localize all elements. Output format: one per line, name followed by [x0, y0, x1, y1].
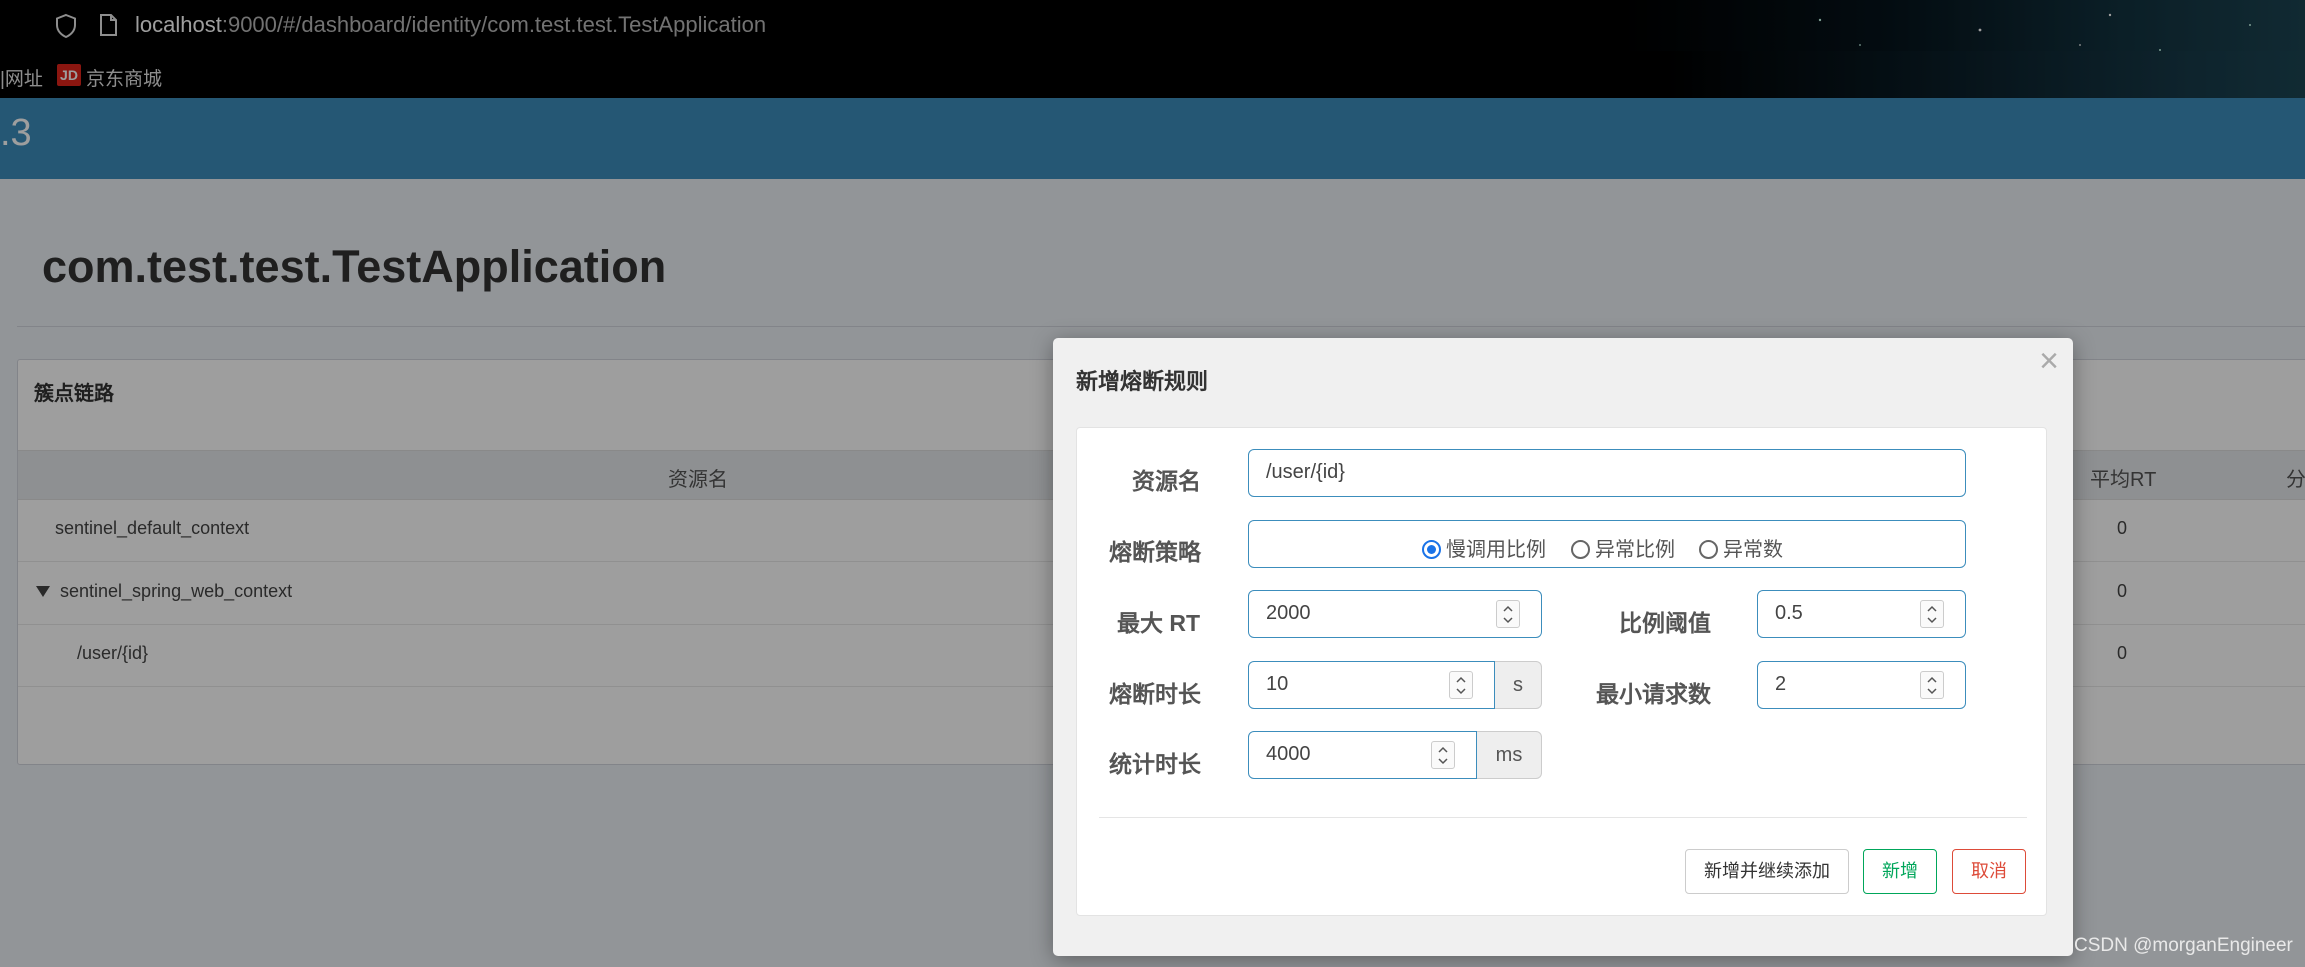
strategy-label: 熔断策略 — [1109, 539, 1201, 565]
stat-time-value: 4000 — [1266, 743, 1311, 765]
max-rt-label: 最大 RT — [1117, 610, 1201, 636]
radio-unchecked-icon — [1699, 540, 1718, 559]
form-panel: 资源名 /user/{id} 熔断策略 慢调用比例 异常比例 异常数 最大 RT… — [1076, 427, 2047, 916]
dialog-title: 新增熔断规则 — [1076, 369, 1209, 394]
radio-label: 异常数 — [1723, 539, 1783, 561]
ratio-input[interactable]: 0.5 — [1757, 590, 1966, 638]
spinner-icon[interactable] — [1920, 600, 1944, 628]
resource-value: /user/{id} — [1266, 461, 1345, 483]
max-rt-input[interactable]: 2000 — [1248, 590, 1542, 638]
watermark: CSDN @morganEngineer — [2074, 935, 2293, 956]
ratio-value: 0.5 — [1775, 602, 1803, 624]
spinner-icon[interactable] — [1920, 671, 1944, 699]
break-time-label: 熔断时长 — [1109, 681, 1201, 707]
ratio-label: 比例阈值 — [1619, 610, 1711, 636]
add-and-continue-button[interactable]: 新增并继续添加 — [1685, 849, 1849, 894]
add-button[interactable]: 新增 — [1863, 849, 1937, 894]
close-icon[interactable]: × — [2039, 344, 2059, 378]
radio-slow-ratio[interactable]: 慢调用比例 — [1422, 533, 1546, 561]
resource-input[interactable]: /user/{id} — [1248, 449, 1966, 497]
cancel-button[interactable]: 取消 — [1952, 849, 2026, 894]
min-requests-label: 最小请求数 — [1596, 681, 1711, 707]
stat-time-label: 统计时长 — [1109, 751, 1201, 777]
spinner-icon[interactable] — [1431, 741, 1455, 769]
radio-error-count[interactable]: 异常数 — [1699, 533, 1783, 561]
radio-checked-icon — [1422, 540, 1441, 559]
min-requests-value: 2 — [1775, 673, 1787, 695]
unit-milliseconds: ms — [1477, 731, 1542, 779]
min-requests-input[interactable]: 2 — [1757, 661, 1966, 709]
radio-label: 慢调用比例 — [1446, 539, 1546, 561]
radio-label: 异常比例 — [1595, 539, 1675, 561]
unit-seconds: s — [1495, 661, 1542, 709]
break-time-value: 10 — [1266, 673, 1289, 695]
break-time-input[interactable]: 10 — [1248, 661, 1495, 709]
resource-label: 资源名 — [1132, 468, 1201, 494]
strategy-radio-group: 慢调用比例 异常比例 异常数 — [1248, 520, 1966, 568]
spinner-icon[interactable] — [1449, 671, 1473, 699]
divider — [1099, 817, 2027, 818]
add-circuit-breaker-dialog: 新增熔断规则 × 资源名 /user/{id} 熔断策略 慢调用比例 异常比例 … — [1053, 338, 2073, 956]
stat-time-input[interactable]: 4000 — [1248, 731, 1477, 779]
spinner-icon[interactable] — [1496, 600, 1520, 628]
radio-unchecked-icon — [1571, 540, 1590, 559]
max-rt-value: 2000 — [1266, 602, 1311, 624]
radio-error-ratio[interactable]: 异常比例 — [1571, 533, 1675, 561]
